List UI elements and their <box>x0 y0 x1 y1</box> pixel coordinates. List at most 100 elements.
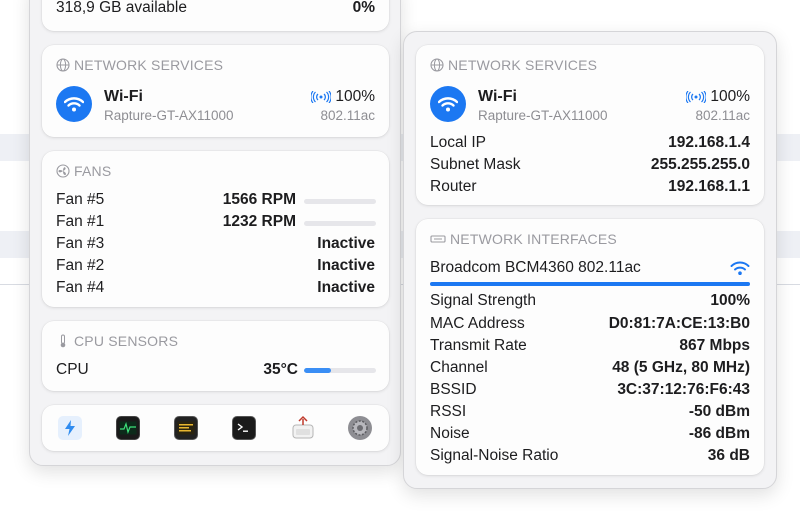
detail-label: MAC Address <box>430 315 525 332</box>
cpu-sensors-title: CPU SENSORS <box>74 333 179 349</box>
wifi-ssid: Rapture-GT-AX11000 <box>478 108 608 123</box>
fan-row: Fan #1 1232 RPM <box>56 213 296 231</box>
fan-value: 1566 RPM <box>222 191 296 208</box>
fans-card[interactable]: FANS Fan #5 1566 RPM Fan #1 1232 RPM Fan… <box>42 151 389 307</box>
fan-icon <box>56 164 70 178</box>
interface-name: Broadcom BCM4360 802.11ac <box>430 259 641 276</box>
fan-row: Fan #4 Inactive <box>56 279 375 297</box>
detail-label: Subnet Mask <box>430 156 521 173</box>
right-popover-panel: NETWORK SERVICES Wi-Fi Rapture-GT-AX1100… <box>403 31 777 489</box>
signal-strength-value: 100% <box>710 292 750 309</box>
interface-detail-row: Noise -86 dBm <box>430 425 750 443</box>
wifi-icon <box>730 261 750 275</box>
cpu-temperature-fill <box>304 368 332 373</box>
interface-detail-row: Signal-Noise Ratio 36 dB <box>430 447 750 465</box>
cpu-row: CPU 35°C <box>56 361 298 379</box>
wifi-signal-percent: 100% <box>335 88 375 105</box>
detail-label: Signal Strength <box>430 292 536 309</box>
network-port-icon <box>430 235 446 243</box>
network-services-title: NETWORK SERVICES <box>74 57 224 73</box>
interface-detail-row: Transmit Rate 867 Mbps <box>430 337 750 355</box>
wifi-signal-percent: 100% <box>710 88 750 105</box>
network-interfaces-header: NETWORK INTERFACES <box>430 231 617 247</box>
signal-strength-bar <box>430 282 750 286</box>
network-services-header: NETWORK SERVICES <box>430 57 597 73</box>
fan-level-bar <box>304 221 376 226</box>
cpu-sensors-card[interactable]: CPU SENSORS CPU 35°C <box>42 321 389 391</box>
detail-label: Channel <box>430 359 488 376</box>
interface-detail-row: MAC Address D0:81:7A:CE:13:B0 <box>430 315 750 333</box>
detail-label: Noise <box>430 425 470 442</box>
detail-label: Local IP <box>430 134 487 151</box>
fan-name: Fan #2 <box>56 257 105 274</box>
network-interfaces-card[interactable]: NETWORK INTERFACES Broadcom BCM4360 802.… <box>416 219 764 475</box>
console-app-icon[interactable] <box>174 416 198 440</box>
fan-row: Fan #5 1566 RPM <box>56 191 296 209</box>
cpu-temperature-bar <box>304 368 376 373</box>
wifi-standard: 802.11ac <box>695 108 750 123</box>
app-launcher-card <box>42 405 389 451</box>
storage-available: 318,9 GB available <box>56 0 187 16</box>
fan-row: Fan #2 Inactive <box>56 257 375 275</box>
snr-value: 36 dB <box>707 447 750 464</box>
network-utility-icon[interactable] <box>290 414 316 442</box>
fan-value: Inactive <box>317 279 375 296</box>
network-services-detail-card[interactable]: NETWORK SERVICES Wi-Fi Rapture-GT-AX1100… <box>416 45 764 205</box>
system-settings-icon[interactable] <box>348 416 372 440</box>
detail-label: Router <box>430 178 477 195</box>
bolt-app-icon[interactable] <box>58 416 82 440</box>
signal-waves-icon <box>686 91 707 103</box>
detail-label: BSSID <box>430 381 477 398</box>
interface-row[interactable]: Broadcom BCM4360 802.11ac <box>430 259 750 277</box>
fans-header: FANS <box>56 163 111 179</box>
fan-name: Fan #1 <box>56 213 105 230</box>
subnet-mask-value: 255.255.255.0 <box>650 156 750 173</box>
fan-name: Fan #4 <box>56 279 105 296</box>
wifi-signal-block: 100% 802.11ac <box>311 88 375 123</box>
local-ip-value: 192.168.1.4 <box>668 134 750 151</box>
detail-label: Transmit Rate <box>430 337 527 354</box>
fan-row: Fan #3 Inactive <box>56 235 375 253</box>
fan-value: Inactive <box>317 235 375 252</box>
fans-title: FANS <box>74 163 112 179</box>
wifi-ssid: Rapture-GT-AX11000 <box>104 108 234 123</box>
signal-strength-fill <box>430 282 750 286</box>
detail-label: RSSI <box>430 403 467 420</box>
storage-card: 318,9 GB available 0% <box>42 0 389 31</box>
network-detail-row: Subnet Mask 255.255.255.0 <box>430 156 750 174</box>
wifi-icon <box>438 97 458 112</box>
mac-address-value: D0:81:7A:CE:13:B0 <box>608 315 750 332</box>
network-services-title: NETWORK SERVICES <box>448 57 598 73</box>
signal-waves-icon <box>311 91 332 103</box>
wifi-standard: 802.11ac <box>320 108 375 123</box>
wifi-icon <box>64 97 84 112</box>
channel-value: 48 (5 GHz, 80 MHz) <box>612 359 750 376</box>
fan-level-bar <box>304 199 376 204</box>
fan-value: 1232 RPM <box>222 213 296 230</box>
rssi-value: -50 dBm <box>688 403 750 420</box>
cpu-label: CPU <box>56 361 89 378</box>
detail-label: Signal-Noise Ratio <box>430 447 559 464</box>
wifi-signal-block: 100% 802.11ac <box>686 88 750 123</box>
interface-detail-row: BSSID 3C:37:12:76:F6:43 <box>430 381 750 399</box>
storage-percent: 0% <box>352 0 375 16</box>
fan-name: Fan #3 <box>56 235 105 252</box>
network-interfaces-title: NETWORK INTERFACES <box>450 231 617 247</box>
globe-icon <box>56 58 70 72</box>
wifi-badge <box>430 86 466 122</box>
network-detail-row: Router 192.168.1.1 <box>430 178 750 196</box>
router-value: 192.168.1.1 <box>668 178 750 195</box>
globe-icon <box>430 58 444 72</box>
interface-detail-row: Channel 48 (5 GHz, 80 MHz) <box>430 359 750 377</box>
interface-detail-row: Signal Strength 100% <box>430 292 750 310</box>
bssid-value: 3C:37:12:76:F6:43 <box>617 381 750 398</box>
noise-value: -86 dBm <box>688 425 750 442</box>
left-popover-panel: 318,9 GB available 0% NETWORK SERVICES W… <box>29 0 401 466</box>
thermometer-icon <box>60 334 66 348</box>
fan-name: Fan #5 <box>56 191 105 208</box>
wifi-name: Wi-Fi <box>478 88 517 105</box>
activity-monitor-icon[interactable] <box>116 416 140 440</box>
cpu-temperature: 35°C <box>263 361 298 378</box>
terminal-icon[interactable] <box>232 416 256 440</box>
network-services-card[interactable]: NETWORK SERVICES Wi-Fi Rapture-GT-AX1100… <box>42 45 389 137</box>
